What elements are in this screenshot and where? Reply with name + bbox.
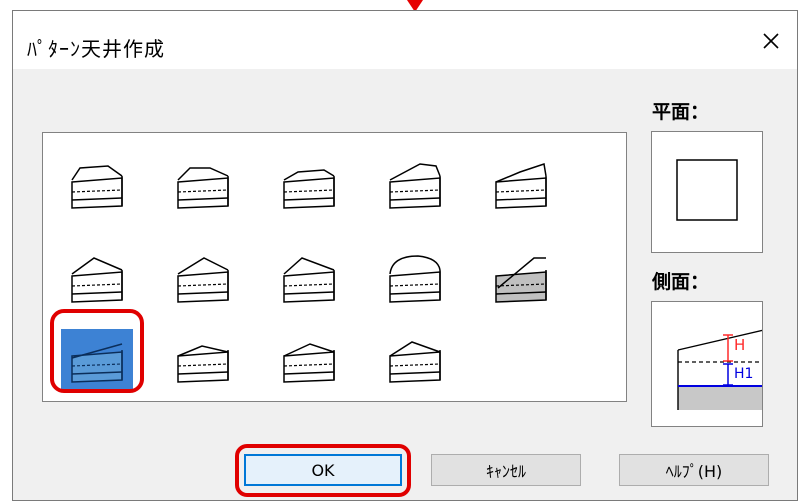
ok-highlight-ring	[235, 444, 411, 497]
pattern-option-4[interactable]	[379, 155, 451, 217]
low-gable-ceiling-icon	[283, 343, 335, 383]
title-bar: ﾊﾟﾀｰﾝ天井作成	[13, 11, 797, 69]
side-section-icon	[677, 329, 762, 410]
stepped-shed-ceiling-icon	[495, 163, 547, 209]
pattern-option-7[interactable]	[167, 249, 239, 311]
help-button[interactable]: ﾍﾙﾌﾟ(H)	[619, 454, 769, 486]
pattern-option-2[interactable]	[167, 155, 239, 217]
pattern-option-12[interactable]	[167, 329, 239, 391]
pattern-option-1[interactable]	[61, 155, 133, 217]
coffered-flat-ceiling-icon	[283, 169, 335, 209]
pattern-option-5[interactable]	[485, 155, 557, 217]
h1-dimension-label: H1	[734, 366, 754, 382]
h-dimension-label: H	[734, 336, 746, 354]
shaded-slope-ceiling-icon	[495, 257, 547, 303]
low-hip-ceiling-icon	[177, 345, 229, 383]
cancel-button[interactable]: ｷｬﾝｾﾙ	[431, 454, 581, 486]
pattern-option-8[interactable]	[273, 249, 345, 311]
close-button[interactable]	[751, 25, 791, 57]
raised-slab-ceiling-icon	[389, 163, 441, 209]
pattern-option-13[interactable]	[273, 329, 345, 391]
hip-ceiling-icon	[71, 165, 123, 209]
pattern-option-9[interactable]	[379, 249, 451, 311]
gable-ceiling-icon	[71, 257, 123, 303]
window-title: ﾊﾟﾀｰﾝ天井作成	[27, 37, 165, 61]
selection-highlight-ring	[50, 309, 144, 393]
pattern-ceiling-dialog: ﾊﾟﾀｰﾝ天井作成 平面： 側面： H H1 OK ｷｬﾝｾﾙ ﾍﾙﾌﾟ(H)	[12, 10, 798, 501]
pyramid-ceiling-icon	[177, 257, 229, 303]
pattern-option-3[interactable]	[273, 155, 345, 217]
pattern-option-6[interactable]	[61, 249, 133, 311]
gable-slope-ceiling-icon	[283, 257, 335, 303]
vault-ceiling-icon	[389, 255, 441, 303]
plan-preview	[651, 131, 763, 253]
side-label: 側面：	[652, 271, 710, 293]
low-pyramid-ceiling-icon	[389, 341, 441, 383]
pattern-option-10[interactable]	[485, 249, 557, 311]
side-preview: H H1	[651, 301, 763, 427]
plan-label: 平面：	[652, 101, 710, 123]
plan-square-icon	[676, 159, 738, 221]
pattern-option-14[interactable]	[379, 329, 451, 391]
close-icon	[763, 33, 779, 49]
hip-ceiling-variant-icon	[177, 167, 229, 209]
